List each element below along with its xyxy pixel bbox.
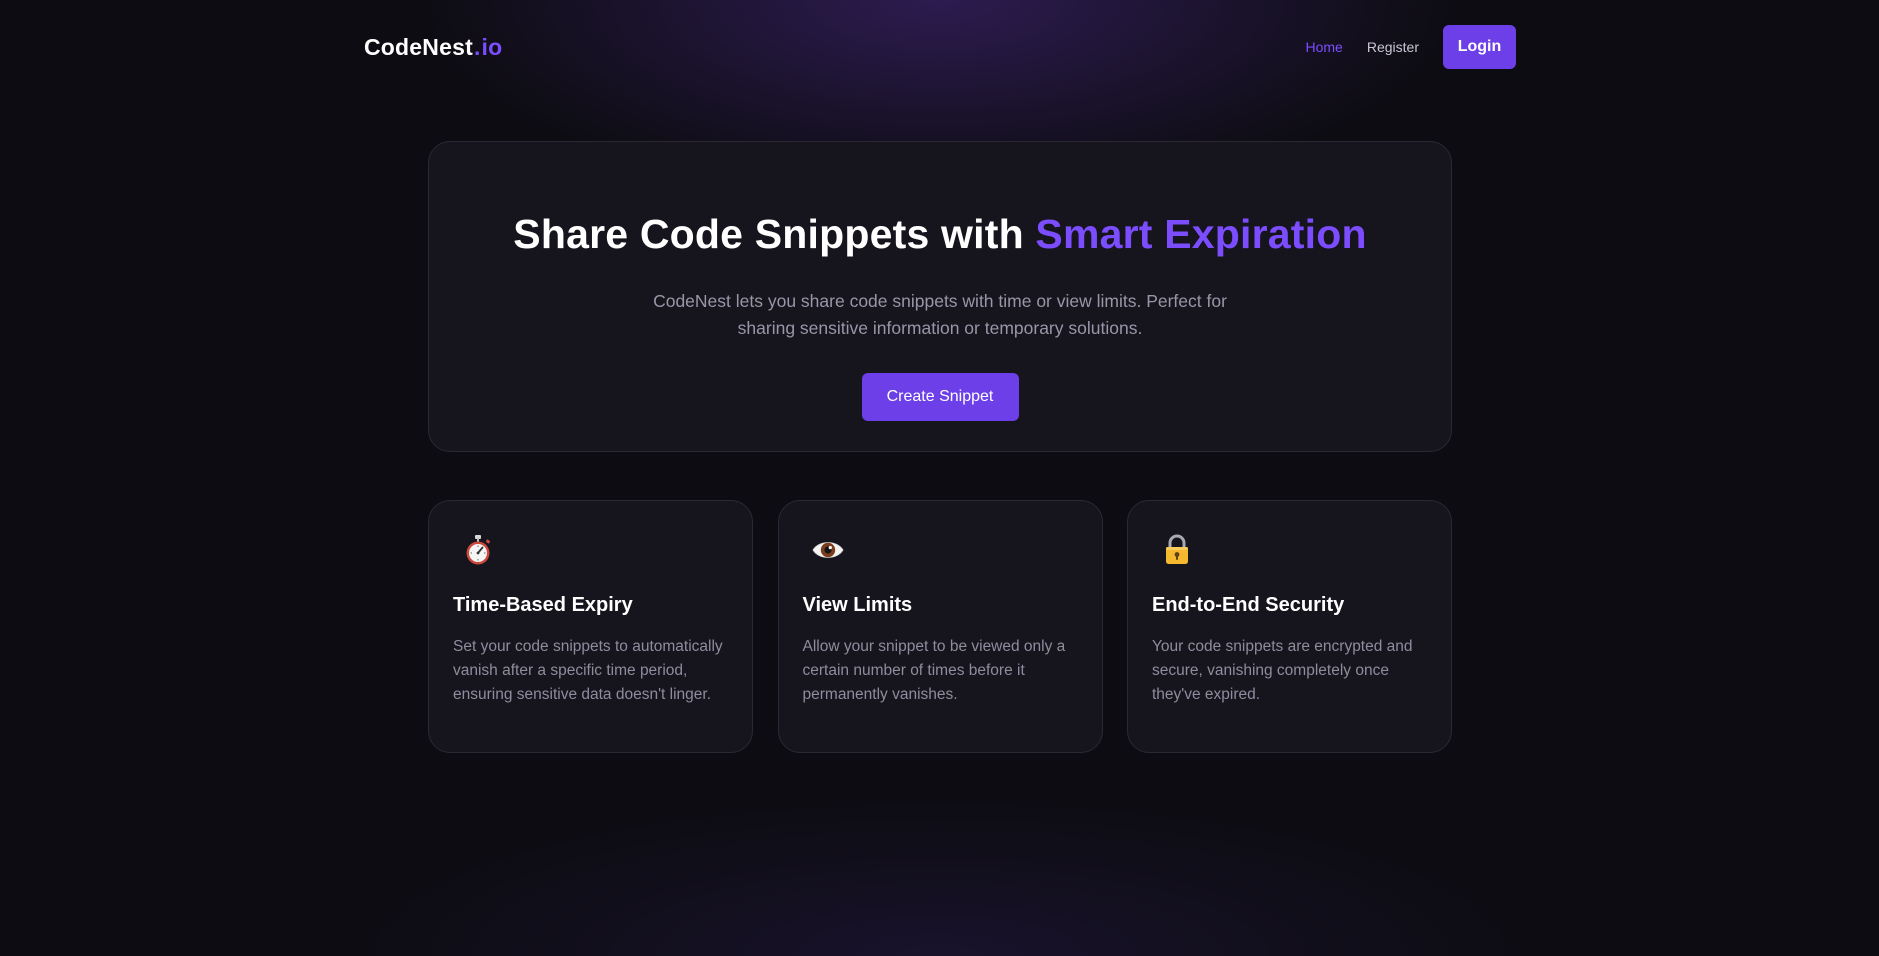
nav-link-home[interactable]: Home xyxy=(1306,39,1343,55)
create-snippet-button[interactable]: Create Snippet xyxy=(861,373,1019,421)
stopwatch-icon xyxy=(466,535,491,565)
hero-title-plain: Share Code Snippets with xyxy=(513,211,1036,257)
logo-suffix: io xyxy=(481,33,503,60)
logo-text: CodeNest xyxy=(364,33,473,60)
feature-description: Allow your snippet to be viewed only a c… xyxy=(802,638,1066,703)
hero-section: Share Code Snippets with Smart Expiratio… xyxy=(428,141,1452,452)
login-button[interactable]: Login xyxy=(1443,25,1516,69)
navbar: CodeNest . io Home Register Login xyxy=(364,0,1516,94)
nav-link-register[interactable]: Register xyxy=(1367,39,1419,55)
feature-title: View Limits xyxy=(802,594,913,616)
hero-title-accent: Smart Expiration xyxy=(1035,211,1367,257)
nav-menu: Home Register Login xyxy=(1306,25,1516,69)
feature-title: Time-Based Expiry xyxy=(453,594,633,616)
hero-description: CodeNest lets you share code snippets wi… xyxy=(653,291,1227,338)
eye-icon xyxy=(812,542,843,558)
lock-icon xyxy=(1166,534,1188,564)
feature-description: Set your code snippets to automatically … xyxy=(453,638,723,703)
feature-card-security: End-to-End Security Your code snippets a… xyxy=(1127,500,1452,753)
features-section: Time-Based Expiry Set your code snippets… xyxy=(428,500,1452,753)
feature-card-view-limits: View Limits Allow your snippet to be vie… xyxy=(777,500,1103,753)
feature-card-time-expiry: Time-Based Expiry Set your code snippets… xyxy=(428,500,753,753)
logo[interactable]: CodeNest . io xyxy=(364,34,502,61)
logo-dot: . xyxy=(473,33,481,60)
hero-title: Share Code Snippets with Smart Expiratio… xyxy=(429,211,1451,258)
feature-title: End-to-End Security xyxy=(1152,594,1345,616)
feature-description: Your code snippets are encrypted and sec… xyxy=(1152,638,1413,703)
